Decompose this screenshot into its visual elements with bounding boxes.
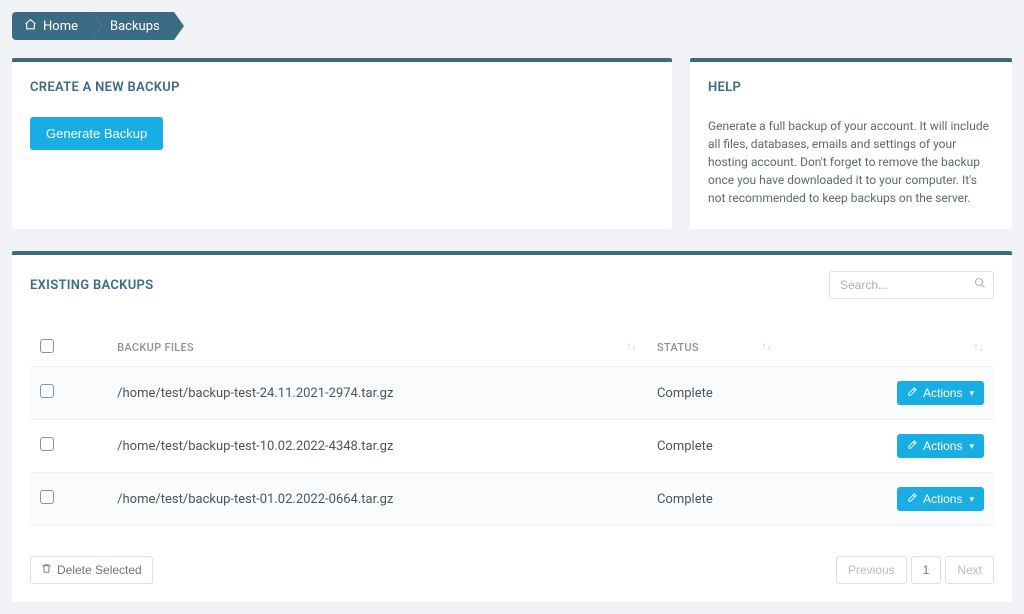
delete-selected-label: Delete Selected	[57, 563, 142, 577]
help-title: HELP	[708, 80, 994, 95]
pagination: Previous 1 Next	[836, 556, 994, 584]
help-panel: HELP Generate a full backup of your acco…	[690, 58, 1012, 229]
column-header-files-label: BACKUP FILES	[117, 341, 194, 354]
edit-icon	[907, 492, 918, 506]
chevron-down-icon: ▾	[969, 388, 974, 399]
select-all-checkbox[interactable]	[40, 339, 54, 353]
status-cell: Complete	[647, 367, 782, 420]
search-box	[829, 271, 994, 299]
help-text: Generate a full backup of your account. …	[708, 117, 994, 207]
search-icon	[974, 277, 986, 293]
search-input[interactable]	[829, 271, 994, 299]
chevron-down-icon: ▾	[969, 441, 974, 452]
breadcrumb: Home Backups	[12, 12, 1012, 40]
column-header-actions[interactable]: ↑↓	[782, 329, 994, 367]
create-backup-title: CREATE A NEW BACKUP	[30, 80, 654, 95]
sort-icon: ↑↓	[761, 341, 772, 352]
column-header-status[interactable]: STATUS ↑↓	[647, 329, 782, 367]
status-cell: Complete	[647, 473, 782, 526]
actions-label: Actions	[923, 386, 962, 400]
backup-file-cell: /home/test/backup-test-24.11.2021-2974.t…	[107, 367, 647, 420]
table-row: /home/test/backup-test-10.02.2022-4348.t…	[30, 420, 994, 473]
sort-icon: ↑↓	[973, 342, 984, 353]
actions-label: Actions	[923, 492, 962, 506]
chevron-down-icon: ▾	[969, 494, 974, 505]
actions-button[interactable]: Actions ▾	[897, 434, 984, 458]
home-icon	[24, 18, 37, 35]
generate-backup-button[interactable]: Generate Backup	[30, 117, 163, 150]
status-cell: Complete	[647, 420, 782, 473]
row-checkbox[interactable]	[40, 384, 54, 398]
actions-button[interactable]: Actions ▾	[897, 487, 984, 511]
trash-icon	[41, 563, 52, 577]
edit-icon	[907, 386, 918, 400]
create-backup-panel: CREATE A NEW BACKUP Generate Backup	[12, 58, 672, 229]
breadcrumb-home[interactable]: Home	[12, 12, 92, 40]
delete-selected-button[interactable]: Delete Selected	[30, 556, 153, 584]
existing-backups-panel: EXISTING BACKUPS BACKUP FILES ↑↓ STATUS …	[12, 251, 1012, 602]
pagination-current[interactable]: 1	[911, 556, 942, 584]
row-checkbox[interactable]	[40, 490, 54, 504]
actions-button[interactable]: Actions ▾	[897, 381, 984, 405]
breadcrumb-current-label: Backups	[110, 19, 160, 34]
backup-file-cell: /home/test/backup-test-10.02.2022-4348.t…	[107, 420, 647, 473]
sort-icon: ↑↓	[626, 341, 637, 352]
table-row: /home/test/backup-test-24.11.2021-2974.t…	[30, 367, 994, 420]
column-header-status-label: STATUS	[657, 341, 699, 354]
breadcrumb-home-label: Home	[43, 19, 78, 34]
edit-icon	[907, 439, 918, 453]
pagination-next[interactable]: Next	[945, 556, 994, 584]
backup-file-cell: /home/test/backup-test-01.02.2022-0664.t…	[107, 473, 647, 526]
row-checkbox[interactable]	[40, 437, 54, 451]
actions-label: Actions	[923, 439, 962, 453]
pagination-previous[interactable]: Previous	[836, 556, 907, 584]
backups-table: BACKUP FILES ↑↓ STATUS ↑↓ ↑↓ /home/test/…	[30, 329, 994, 526]
table-row: /home/test/backup-test-01.02.2022-0664.t…	[30, 473, 994, 526]
column-header-files[interactable]: BACKUP FILES ↑↓	[107, 329, 647, 367]
existing-backups-title: EXISTING BACKUPS	[30, 278, 153, 293]
breadcrumb-current[interactable]: Backups	[92, 12, 174, 40]
